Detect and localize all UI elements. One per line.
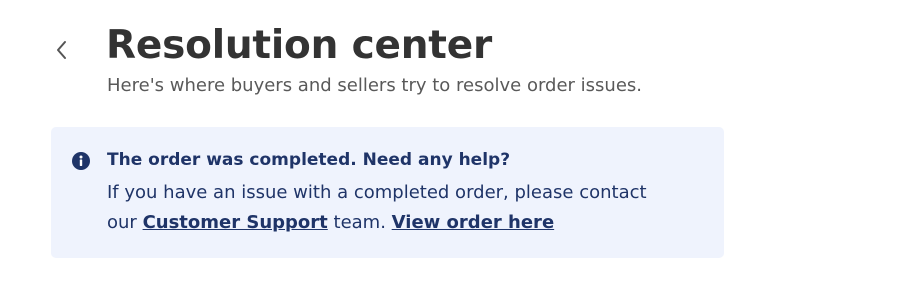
- customer-support-link[interactable]: Customer Support: [143, 212, 328, 233]
- notice-body-prefix: our: [107, 212, 137, 233]
- page-title: Resolution center: [106, 23, 493, 68]
- order-completed-notice: The order was completed. Need any help? …: [51, 127, 724, 258]
- page-subtitle: Here's where buyers and sellers try to r…: [107, 75, 643, 96]
- notice-body-middle: team.: [333, 212, 386, 233]
- notice-body-line1: If you have an issue with a completed or…: [107, 182, 647, 203]
- chevron-left-icon: [57, 41, 66, 59]
- info-icon: [72, 152, 90, 170]
- back-button[interactable]: [44, 30, 80, 70]
- notice-body: If you have an issue with a completed or…: [107, 178, 707, 238]
- view-order-link[interactable]: View order here: [392, 212, 554, 233]
- notice-heading: The order was completed. Need any help?: [107, 150, 511, 170]
- resolution-center-page: Resolution center Here's where buyers an…: [0, 0, 898, 282]
